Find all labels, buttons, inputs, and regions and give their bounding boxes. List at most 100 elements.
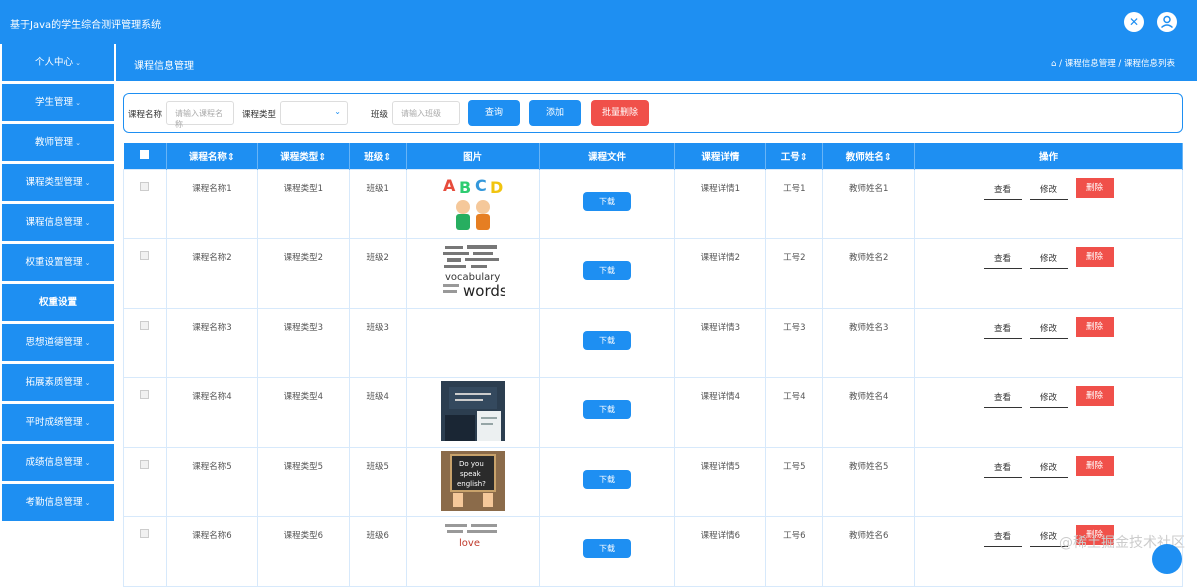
edit-button[interactable]: 修改 <box>1030 460 1068 478</box>
course-type-cell: 课程类型4 <box>257 378 349 448</box>
view-button[interactable]: 查看 <box>984 529 1022 547</box>
table-row: 课程名称3 课程类型3 班级3 下载 课程详情3 工号3 教师姓名3 查看 修改… <box>124 308 1183 378</box>
download-button[interactable]: 下载 <box>583 331 631 350</box>
course-name-cell: 课程名称2 <box>166 239 257 309</box>
edit-button[interactable]: 修改 <box>1030 182 1068 200</box>
file-cell: 下载 <box>539 308 675 378</box>
col-course-name[interactable]: 课程名称⇕ <box>166 143 257 169</box>
course-type-cell: 课程类型6 <box>257 517 349 587</box>
course-name-cell: 课程名称4 <box>166 378 257 448</box>
course-thumbnail: vocabulary words <box>441 242 505 302</box>
thumb-letter: C <box>475 176 487 195</box>
download-button[interactable]: 下载 <box>583 539 631 558</box>
row-checkbox[interactable] <box>140 251 149 260</box>
sidebar-item-label: 平时成绩管理 <box>26 417 83 428</box>
col-staff-id[interactable]: 工号⇕ <box>766 143 823 169</box>
download-button[interactable]: 下载 <box>583 400 631 419</box>
batch-delete-button[interactable]: 批量删除 <box>591 100 649 126</box>
sidebar-item-label: 成绩信息管理 <box>26 457 83 468</box>
teacher-name-cell: 教师姓名3 <box>823 308 915 378</box>
query-button[interactable]: 查询 <box>468 100 520 126</box>
delete-button[interactable]: 删除 <box>1076 386 1114 406</box>
row-checkbox[interactable] <box>140 321 149 330</box>
user-glyph <box>1157 12 1177 32</box>
download-button[interactable]: 下载 <box>583 261 631 280</box>
sidebar-item-grades[interactable]: 成绩信息管理⌄ <box>2 444 114 481</box>
view-button[interactable]: 查看 <box>984 251 1022 269</box>
delete-button[interactable]: 删除 <box>1076 247 1114 267</box>
course-name-input[interactable]: 请输入课程名称 <box>166 101 234 125</box>
row-checkbox[interactable] <box>140 390 149 399</box>
delete-button[interactable]: 删除 <box>1076 456 1114 476</box>
col-course-detail: 课程详情 <box>675 143 766 169</box>
row-checkbox[interactable] <box>140 529 149 538</box>
thumb-letter: D <box>490 178 503 197</box>
add-button[interactable]: 添加 <box>529 100 581 126</box>
sidebar-item-daily-scores[interactable]: 平时成绩管理⌄ <box>2 404 114 441</box>
class-input[interactable]: 请输入班级 <box>392 101 460 125</box>
delete-button[interactable]: 删除 <box>1076 178 1114 198</box>
course-type-cell: 课程类型2 <box>257 239 349 309</box>
sidebar-item-attendance[interactable]: 考勤信息管理⌄ <box>2 484 114 521</box>
sidebar-item-moral[interactable]: 思想道德管理⌄ <box>2 324 114 361</box>
download-button[interactable]: 下载 <box>583 192 631 211</box>
course-name-cell: 课程名称6 <box>166 517 257 587</box>
sidebar-item-quality[interactable]: 拓展素质管理⌄ <box>2 364 114 401</box>
download-button[interactable]: 下载 <box>583 470 631 489</box>
close-icon[interactable]: ✕ <box>1124 12 1144 32</box>
delete-button[interactable]: 删除 <box>1076 317 1114 337</box>
view-button[interactable]: 查看 <box>984 460 1022 478</box>
course-type-cell: 课程类型3 <box>257 308 349 378</box>
col-course-type[interactable]: 课程类型⇕ <box>257 143 349 169</box>
chevron-down-icon: ⌄ <box>85 259 91 267</box>
chevron-down-icon: ⌄ <box>75 59 81 67</box>
table-header-row: 课程名称⇕ 课程类型⇕ 班级⇕ 图片 课程文件 课程详情 工号⇕ 教师姓名⇕ 操… <box>124 143 1183 169</box>
edit-button[interactable]: 修改 <box>1030 321 1068 339</box>
course-name-label: 课程名称 <box>128 108 162 120</box>
actions-cell: 查看 修改 删除 <box>915 239 1183 309</box>
table-row: 课程名称6 课程类型6 班级6 love 下载 课程详情6 工号6 教师姓名6 … <box>124 517 1183 587</box>
class-cell: 班级5 <box>349 447 406 517</box>
course-type-select[interactable]: ⌄ <box>280 101 348 125</box>
page-header: 课程信息管理 ⌂ / 课程信息管理 / 课程信息列表 <box>116 44 1197 81</box>
page-title: 课程信息管理 <box>134 57 194 72</box>
sidebar-item-course-types[interactable]: 课程类型管理⌄ <box>2 164 114 201</box>
staff-id-cell: 工号3 <box>766 308 823 378</box>
class-cell: 班级4 <box>349 378 406 448</box>
sidebar-item-students[interactable]: 学生管理⌄ <box>2 84 114 121</box>
view-button[interactable]: 查看 <box>984 321 1022 339</box>
col-teacher-name[interactable]: 教师姓名⇕ <box>823 143 915 169</box>
row-select-cell <box>124 378 167 448</box>
user-icon[interactable] <box>1157 12 1177 32</box>
sidebar-item-weight-settings-mgmt[interactable]: 权重设置管理⌄ <box>2 244 114 281</box>
sidebar-item-weight-settings[interactable]: 权重设置 <box>2 284 114 321</box>
sidebar-item-personal-center[interactable]: 个人中心⌄ <box>2 44 114 81</box>
sidebar-item-teachers[interactable]: 教师管理⌄ <box>2 124 114 161</box>
edit-button[interactable]: 修改 <box>1030 251 1068 269</box>
row-select-cell <box>124 447 167 517</box>
row-checkbox[interactable] <box>140 460 149 469</box>
row-checkbox[interactable] <box>140 182 149 191</box>
course-thumbnail: A B C D <box>441 173 505 233</box>
floating-action-button[interactable] <box>1152 544 1182 574</box>
col-course-file: 课程文件 <box>539 143 675 169</box>
table-row: 课程名称5 课程类型5 班级5 Do you speak english? 下载… <box>124 447 1183 517</box>
col-class[interactable]: 班级⇕ <box>349 143 406 169</box>
course-type-cell: 课程类型5 <box>257 447 349 517</box>
file-cell: 下载 <box>539 239 675 309</box>
col-image: 图片 <box>406 143 539 169</box>
view-button[interactable]: 查看 <box>984 390 1022 408</box>
select-all-checkbox[interactable] <box>140 150 149 159</box>
breadcrumb: ⌂ / 课程信息管理 / 课程信息列表 <box>1051 57 1175 69</box>
sidebar-item-label: 拓展素质管理 <box>26 377 83 388</box>
sidebar-item-course-info[interactable]: 课程信息管理⌄ <box>2 204 114 241</box>
actions-cell: 查看 修改 删除 <box>915 308 1183 378</box>
course-type-cell: 课程类型1 <box>257 169 349 239</box>
teacher-name-cell: 教师姓名6 <box>823 517 915 587</box>
image-cell <box>406 308 539 378</box>
row-select-cell <box>124 239 167 309</box>
actions-cell: 查看 修改 删除 <box>915 169 1183 239</box>
thumb-text: english? <box>457 480 486 488</box>
edit-button[interactable]: 修改 <box>1030 390 1068 408</box>
view-button[interactable]: 查看 <box>984 182 1022 200</box>
